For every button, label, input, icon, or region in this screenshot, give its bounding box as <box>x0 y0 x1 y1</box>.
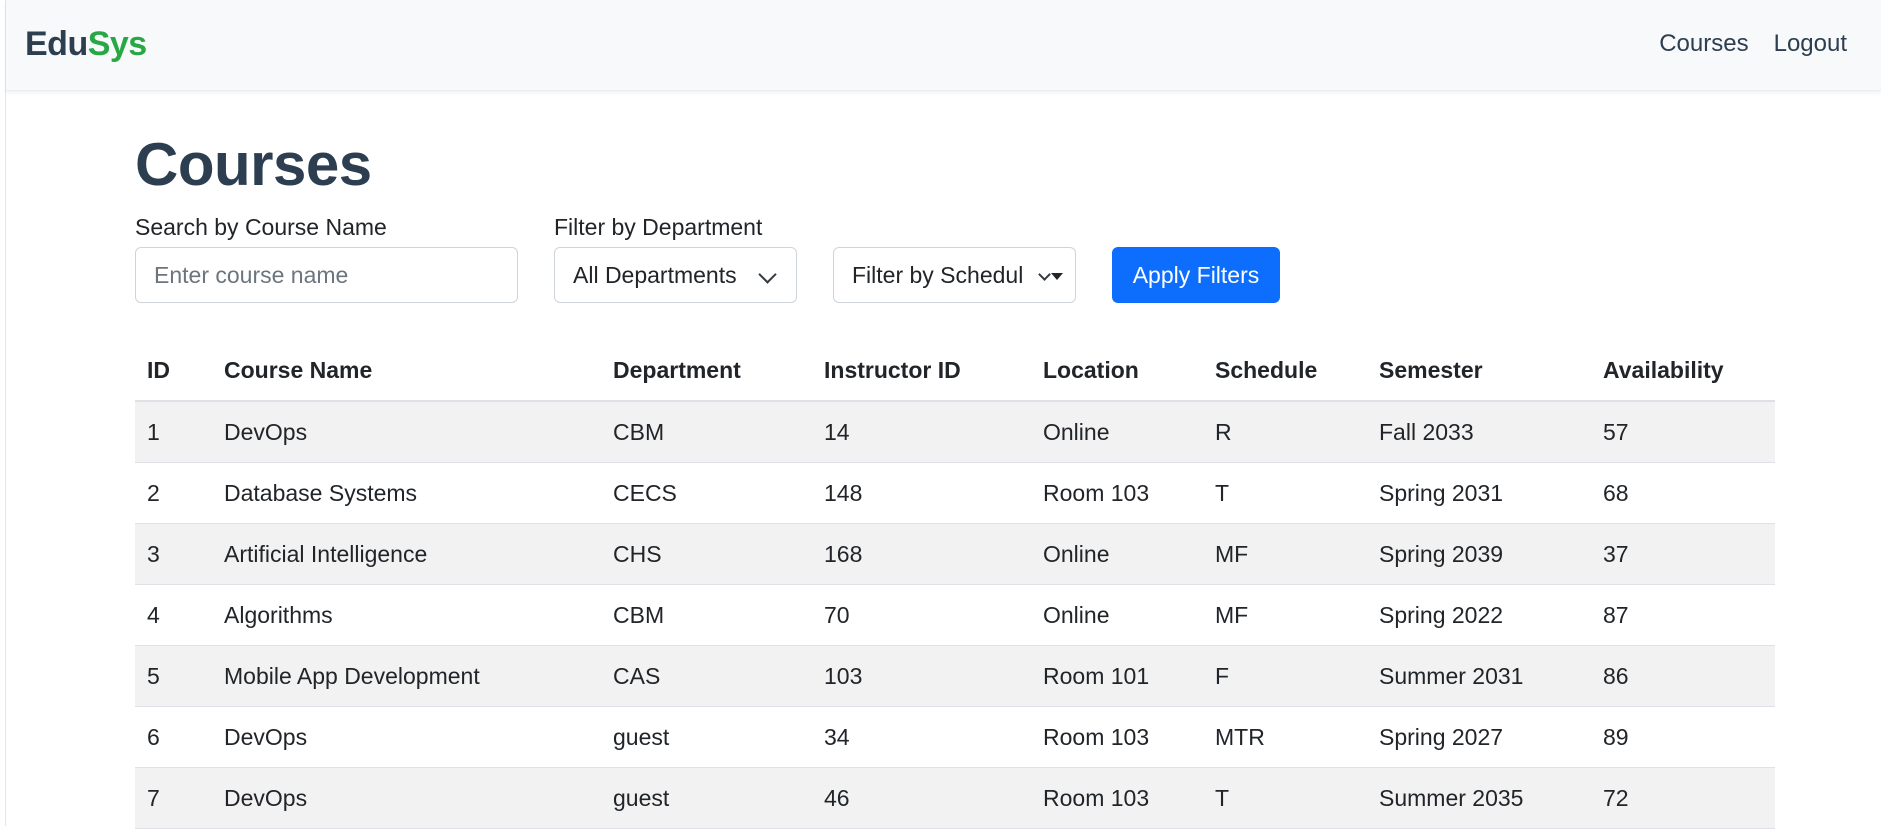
main-content: Courses Search by Course Name Enter cour… <box>135 130 1775 829</box>
chevron-down-icon <box>758 265 777 284</box>
table-row[interactable]: 2 Database Systems CECS 148 Room 103 T S… <box>135 462 1775 524</box>
cell-location: Online <box>1031 584 1203 646</box>
search-placeholder: Enter course name <box>154 262 349 288</box>
cell-course-name: DevOps <box>212 706 601 768</box>
cell-location: Online <box>1031 401 1203 463</box>
cell-id: 7 <box>135 767 212 829</box>
cell-schedule: MF <box>1203 584 1367 646</box>
column-header[interactable]: ID <box>135 340 212 402</box>
cell-instructor-id: 148 <box>812 462 1031 524</box>
cell-semester: Spring 2022 <box>1367 584 1591 646</box>
department-select[interactable]: All Departments <box>554 247 797 303</box>
cell-instructor-id: 46 <box>812 767 1031 829</box>
column-header[interactable]: Semester <box>1367 340 1591 402</box>
schedule-select-value: Filter by Schedule <box>852 262 1024 288</box>
cell-schedule: T <box>1203 462 1367 524</box>
cell-availability: 86 <box>1591 645 1775 707</box>
chevron-down-icon <box>1038 268 1051 281</box>
cell-id: 2 <box>135 462 212 524</box>
cell-course-name: Database Systems <box>212 462 601 524</box>
cell-availability: 87 <box>1591 584 1775 646</box>
column-header[interactable]: Availability <box>1591 340 1775 402</box>
column-header[interactable]: Course Name <box>212 340 601 402</box>
cell-instructor-id: 70 <box>812 584 1031 646</box>
cell-semester: Spring 2027 <box>1367 706 1591 768</box>
cell-course-name: DevOps <box>212 401 601 463</box>
page-frame: EduSys Courses Logout Courses Search by … <box>5 0 1881 829</box>
cell-location: Room 101 <box>1031 645 1203 707</box>
column-header[interactable]: Location <box>1031 340 1203 402</box>
cell-instructor-id: 14 <box>812 401 1031 463</box>
table-row[interactable]: 5 Mobile App Development CAS 103 Room 10… <box>135 645 1775 707</box>
courses-table: ID Course Name Department Instructor ID … <box>135 340 1775 829</box>
cell-department: CBM <box>601 584 812 646</box>
cell-department: guest <box>601 706 812 768</box>
cell-location: Online <box>1031 523 1203 585</box>
brand-logo[interactable]: EduSys <box>25 22 147 66</box>
cell-schedule: R <box>1203 401 1367 463</box>
cell-instructor-id: 34 <box>812 706 1031 768</box>
cell-course-name: Artificial Intelligence <box>212 523 601 585</box>
table-row[interactable]: 6 DevOps guest 34 Room 103 MTR Spring 20… <box>135 706 1775 768</box>
cell-schedule: F <box>1203 645 1367 707</box>
brand-part-edu: Edu <box>25 25 88 63</box>
cell-department: guest <box>601 767 812 829</box>
schedule-select[interactable]: Filter by Schedule <box>833 247 1076 303</box>
search-input[interactable]: Enter course name <box>135 247 518 303</box>
cell-department: CBM <box>601 401 812 463</box>
nav-link-logout[interactable]: Logout <box>1774 26 1847 62</box>
cell-semester: Fall 2033 <box>1367 401 1591 463</box>
cell-availability: 72 <box>1591 767 1775 829</box>
cell-department: CECS <box>601 462 812 524</box>
cell-id: 5 <box>135 645 212 707</box>
table-row[interactable]: 1 DevOps CBM 14 Online R Fall 2033 57 <box>135 401 1775 463</box>
cell-availability: 57 <box>1591 401 1775 463</box>
cell-location: Room 103 <box>1031 767 1203 829</box>
cell-semester: Summer 2035 <box>1367 767 1591 829</box>
caret-down-icon <box>1051 273 1063 280</box>
cell-id: 4 <box>135 584 212 646</box>
cell-id: 3 <box>135 523 212 585</box>
cell-instructor-id: 103 <box>812 645 1031 707</box>
cell-semester: Summer 2031 <box>1367 645 1591 707</box>
cell-course-name: Mobile App Development <box>212 645 601 707</box>
column-header[interactable]: Schedule <box>1203 340 1367 402</box>
navbar: EduSys Courses Logout <box>6 0 1881 91</box>
cell-availability: 89 <box>1591 706 1775 768</box>
table-row[interactable]: 3 Artificial Intelligence CHS 168 Online… <box>135 523 1775 585</box>
nav-links: Courses Logout <box>1659 26 1847 62</box>
table-row[interactable]: 7 DevOps guest 46 Room 103 T Summer 2035… <box>135 767 1775 829</box>
apply-filters-button[interactable]: Apply Filters <box>1112 247 1280 303</box>
search-label: Search by Course Name <box>135 214 387 240</box>
cell-schedule: MF <box>1203 523 1367 585</box>
cell-availability: 68 <box>1591 462 1775 524</box>
cell-department: CHS <box>601 523 812 585</box>
column-header[interactable]: Instructor ID <box>812 340 1031 402</box>
cell-semester: Spring 2039 <box>1367 523 1591 585</box>
filter-bar: Search by Course Name Enter course name … <box>135 212 1435 303</box>
cell-id: 1 <box>135 401 212 463</box>
nav-link-courses[interactable]: Courses <box>1659 26 1748 62</box>
cell-schedule: T <box>1203 767 1367 829</box>
brand-part-sys: Sys <box>87 25 148 63</box>
column-header[interactable]: Department <box>601 340 812 402</box>
cell-semester: Spring 2031 <box>1367 462 1591 524</box>
cell-department: CAS <box>601 645 812 707</box>
department-select-value: All Departments <box>573 262 737 288</box>
department-label: Filter by Department <box>554 214 763 240</box>
cell-location: Room 103 <box>1031 462 1203 524</box>
cell-course-name: Algorithms <box>212 584 601 646</box>
cell-schedule: MTR <box>1203 706 1367 768</box>
cell-id: 6 <box>135 706 212 768</box>
cell-instructor-id: 168 <box>812 523 1031 585</box>
cell-availability: 37 <box>1591 523 1775 585</box>
page-title: Courses <box>135 131 372 198</box>
table-header-row: ID Course Name Department Instructor ID … <box>135 340 1775 402</box>
cell-course-name: DevOps <box>212 767 601 829</box>
cell-location: Room 103 <box>1031 706 1203 768</box>
table-row[interactable]: 4 Algorithms CBM 70 Online MF Spring 202… <box>135 584 1775 646</box>
